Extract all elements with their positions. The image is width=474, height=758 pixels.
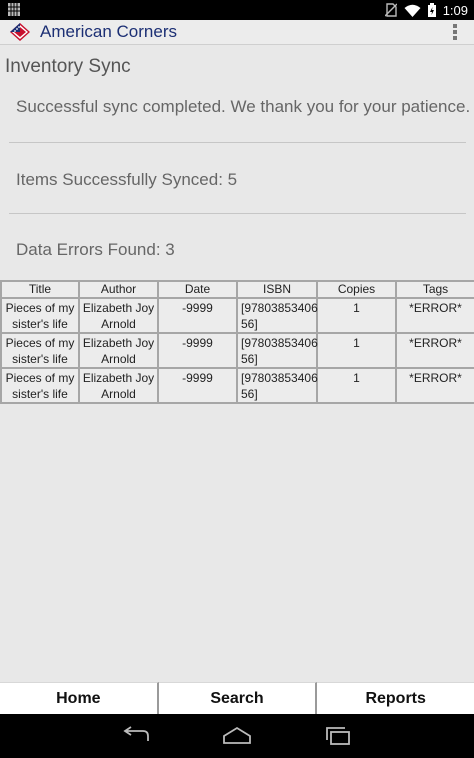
column-header-copies: Copies bbox=[316, 280, 397, 299]
overflow-menu-icon[interactable] bbox=[452, 22, 458, 42]
cell-tags: *ERROR* bbox=[395, 297, 474, 334]
table-row: Pieces of my sister's life Elizabeth Joy… bbox=[0, 367, 474, 404]
inventory-table: Title Author Date ISBN Copies Tags Piece… bbox=[0, 280, 474, 404]
no-sim-icon bbox=[384, 3, 397, 17]
app-title: American Corners bbox=[40, 22, 177, 41]
action-bar: American Corners bbox=[0, 20, 474, 45]
divider bbox=[9, 142, 466, 143]
cell-copies: 1 bbox=[316, 367, 397, 404]
cell-author: Elizabeth Joy Arnold bbox=[78, 367, 159, 404]
cell-author: Elizabeth Joy Arnold bbox=[78, 297, 159, 334]
status-bar: 1:09 bbox=[0, 0, 474, 20]
cell-tags: *ERROR* bbox=[395, 332, 474, 369]
cell-date: -9999 bbox=[157, 367, 238, 404]
column-header-isbn: ISBN bbox=[236, 280, 318, 299]
cell-copies: 1 bbox=[316, 332, 397, 369]
recent-apps-icon[interactable] bbox=[323, 726, 353, 746]
app-logo-icon bbox=[10, 23, 30, 41]
table-row: Pieces of my sister's life Elizabeth Joy… bbox=[0, 297, 474, 334]
items-synced-count: Items Successfully Synced: 5 bbox=[16, 170, 238, 189]
cell-copies: 1 bbox=[316, 297, 397, 334]
success-message: Successful sync completed. We thank you … bbox=[16, 97, 471, 116]
data-errors-count: Data Errors Found: 3 bbox=[16, 240, 175, 259]
system-navigation-bar bbox=[0, 714, 474, 758]
back-icon[interactable] bbox=[121, 726, 151, 746]
page-title: Inventory Sync bbox=[5, 56, 131, 77]
cell-isbn: [97803853406 56] bbox=[236, 367, 318, 404]
column-header-author: Author bbox=[78, 280, 159, 299]
cell-isbn: [97803853406 56] bbox=[236, 297, 318, 334]
column-header-tags: Tags bbox=[395, 280, 474, 299]
wifi-icon bbox=[404, 4, 421, 17]
bottom-navigation: Home Search Reports bbox=[0, 682, 474, 714]
cell-title: Pieces of my sister's life bbox=[0, 297, 80, 334]
cell-title: Pieces of my sister's life bbox=[0, 367, 80, 404]
reports-button[interactable]: Reports bbox=[317, 682, 474, 714]
table-header-row: Title Author Date ISBN Copies Tags bbox=[0, 280, 474, 299]
cell-author: Elizabeth Joy Arnold bbox=[78, 332, 159, 369]
home-nav-icon[interactable] bbox=[222, 726, 252, 746]
notification-icon bbox=[8, 3, 20, 16]
cell-tags: *ERROR* bbox=[395, 367, 474, 404]
cell-date: -9999 bbox=[157, 297, 238, 334]
battery-icon bbox=[427, 3, 436, 17]
cell-isbn: [97803853406 56] bbox=[236, 332, 318, 369]
cell-date: -9999 bbox=[157, 332, 238, 369]
clock: 1:09 bbox=[442, 2, 468, 18]
column-header-title: Title bbox=[0, 280, 80, 299]
table-row: Pieces of my sister's life Elizabeth Joy… bbox=[0, 332, 474, 369]
column-header-date: Date bbox=[157, 280, 238, 299]
home-button[interactable]: Home bbox=[0, 682, 159, 714]
divider bbox=[9, 213, 466, 214]
search-button[interactable]: Search bbox=[158, 682, 318, 714]
cell-title: Pieces of my sister's life bbox=[0, 332, 80, 369]
